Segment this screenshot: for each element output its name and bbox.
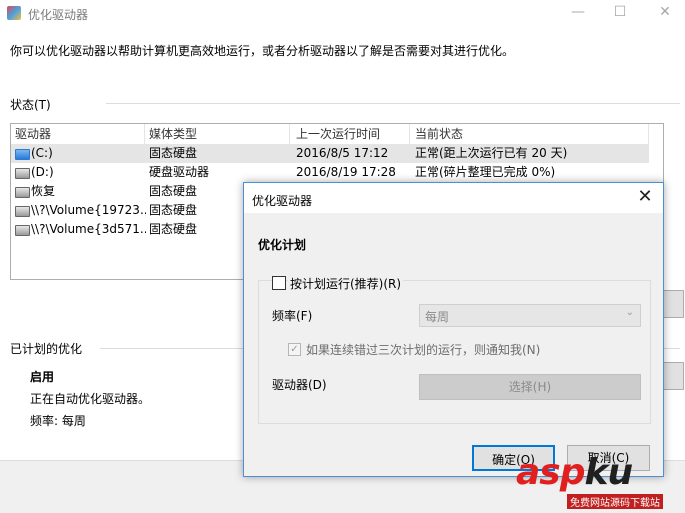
schedule-dialog: 优化驱动器 ✕ 优化计划 按计划运行(推荐)(R) 频率(F) 每周 ⌄ ✓ 如…: [243, 182, 664, 477]
drive-icon: [15, 206, 30, 217]
chevron-down-icon: ⌄: [625, 307, 634, 318]
drive-icon: [15, 225, 30, 236]
drive-name: (D:): [31, 165, 54, 179]
media-type: 固态硬盘: [149, 184, 198, 198]
drive-status: 正常(距上次运行已有 20 天): [415, 146, 568, 160]
close-icon[interactable]: ✕: [635, 187, 655, 207]
column-separator[interactable]: [144, 124, 145, 144]
optimize-button-partial[interactable]: [662, 290, 684, 318]
drive-icon: [15, 168, 30, 179]
column-header-status[interactable]: 当前状态: [415, 124, 463, 144]
schedule-heading: 优化计划: [258, 238, 307, 252]
drive-status: 正常(碎片整理已完成 0%): [415, 165, 556, 179]
media-type: 固态硬盘: [149, 203, 198, 217]
media-type: 固态硬盘: [149, 146, 198, 160]
watermark-text: aspku: [516, 452, 633, 493]
choose-drives-button[interactable]: 选择(H): [419, 374, 641, 400]
windows-drive-icon: [15, 149, 30, 160]
frequency-value: 每周: [425, 310, 450, 324]
dialog-title: 优化驱动器: [252, 194, 313, 208]
notify-label[interactable]: 如果连续错过三次计划的运行，则通知我(N): [306, 341, 540, 358]
frequency-select[interactable]: 每周 ⌄: [419, 304, 641, 327]
schedule-frequency-text: 频率: 每周: [30, 414, 86, 428]
drive-icon: [15, 187, 30, 198]
app-icon: [7, 6, 21, 20]
column-separator[interactable]: [409, 124, 410, 144]
maximize-button[interactable]: ☐: [606, 3, 634, 21]
last-run: 2016/8/19 17:28: [296, 165, 396, 179]
notify-checkbox[interactable]: ✓: [288, 343, 301, 356]
drive-name: \\?\Volume{19723...: [31, 203, 146, 217]
watermark-subtext: 免费网站源码下载站: [567, 494, 663, 509]
media-type: 硬盘驱动器: [149, 165, 210, 179]
column-header-drive[interactable]: 驱动器: [15, 124, 51, 144]
column-separator[interactable]: [289, 124, 290, 144]
column-header-last-run[interactable]: 上一次运行时间: [296, 124, 380, 144]
drive-name: (C:): [31, 146, 53, 160]
run-on-schedule-checkbox[interactable]: [272, 276, 286, 290]
scheduled-section-label: 已计划的优化: [10, 342, 83, 356]
frequency-label: 频率(F): [272, 309, 313, 323]
last-run: 2016/8/5 17:12: [296, 146, 389, 160]
media-type: 固态硬盘: [149, 222, 198, 236]
column-header-media[interactable]: 媒体类型: [149, 124, 197, 144]
schedule-enabled-text: 启用: [30, 370, 55, 384]
drive-name: \\?\Volume{3d571...: [31, 222, 146, 236]
watermark-logo: aspku 免费网站源码下载站: [512, 452, 682, 510]
minimize-button[interactable]: —: [564, 3, 592, 21]
section-divider: [106, 103, 680, 104]
close-button[interactable]: ✕: [651, 3, 679, 21]
drives-label: 驱动器(D): [272, 378, 327, 392]
table-row[interactable]: (D:) 硬盘驱动器 2016/8/19 17:28 正常(碎片整理已完成 0%…: [11, 163, 649, 182]
run-on-schedule-label[interactable]: 按计划运行(推荐)(R): [288, 275, 404, 292]
description-text: 你可以优化驱动器以帮助计算机更高效地运行，或者分析驱动器以了解是否需要对其进行优…: [10, 44, 515, 58]
column-separator[interactable]: [648, 124, 649, 144]
table-row[interactable]: (C:) 固态硬盘 2016/8/5 17:12 正常(距上次运行已有 20 天…: [11, 144, 649, 163]
drive-name: 恢复: [31, 184, 56, 198]
status-section-label: 状态(T): [10, 98, 51, 112]
change-settings-button-partial[interactable]: [662, 362, 684, 390]
window-title: 优化驱动器: [28, 8, 89, 22]
schedule-running-text: 正在自动优化驱动器。: [30, 392, 151, 406]
